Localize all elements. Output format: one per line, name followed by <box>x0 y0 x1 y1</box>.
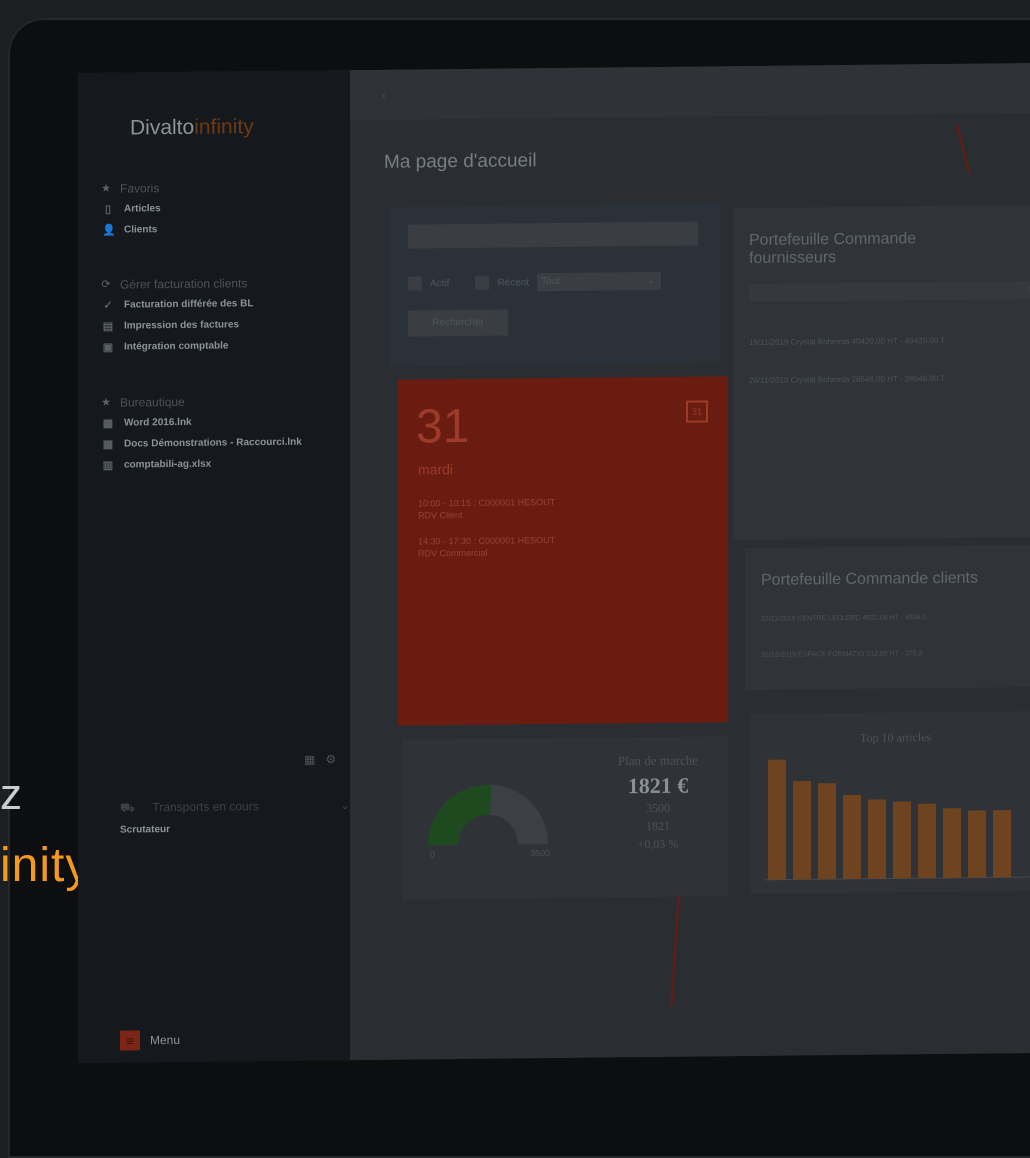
list-item[interactable]: 26/11/2019 Crystal Bohemia 28546,00 HT -… <box>749 374 945 385</box>
grid-icon[interactable]: ▦ <box>304 752 325 766</box>
plan-amount: 1821 € <box>627 772 689 799</box>
plan-change: +0,03 % <box>637 836 679 852</box>
shortcut-file-icon: ▦ <box>102 438 114 451</box>
chart-bar[interactable] <box>918 803 936 879</box>
user-icon: 👤 <box>102 224 116 237</box>
page-title: Ma page d'accueil <box>384 150 537 173</box>
chart-bar[interactable] <box>893 801 911 879</box>
list-item[interactable]: 31/12/2019 ESPACE FORMATIO 312,68 HT - 3… <box>761 650 922 659</box>
sidebar-item-excel[interactable]: ▥ comptabili-ag.xlsx <box>100 452 340 476</box>
decor-line <box>955 124 971 174</box>
chart-bar[interactable] <box>843 794 861 880</box>
sidebar-item-word[interactable]: ▦ Word 2016.lnk <box>100 410 340 434</box>
sidebar-item-articles[interactable]: ▯ Articles <box>100 196 340 220</box>
sidebar-item-impression-factures[interactable]: ▤ Impression des factures <box>100 313 340 337</box>
widget-title: Portefeuille Commande clients <box>761 569 978 589</box>
calendar-day: 31 <box>416 399 470 454</box>
calendar-icon[interactable]: 31 <box>686 400 708 423</box>
sidebar-group-favoris: ★ Favoris ▯ Articles 👤 Clients <box>100 176 340 241</box>
star-icon: ★ <box>101 396 111 409</box>
sidebar-item-docs-demo[interactable]: ▦ Docs Démonstrations - Raccourci.lnk <box>100 431 340 455</box>
sidebar-item-facturation-differee[interactable]: ✓ Facturation différée des BL <box>100 292 340 316</box>
lock-icon: ▣ <box>102 341 114 354</box>
plan-current: 1821 <box>646 818 670 834</box>
chevron-down-icon[interactable]: ⌄ <box>340 798 350 812</box>
sidebar: Divaltoinfinity ★ Favoris ▯ Articles 👤 Clie… <box>78 70 350 1064</box>
check-icon: ✓ <box>103 299 113 312</box>
calendar-widget[interactable]: 31 mardi 31 10:00 - 10:15 : C000001 HESO… <box>398 376 728 726</box>
group-title[interactable]: ★ Favoris <box>100 176 340 199</box>
chart-bar[interactable] <box>793 780 811 880</box>
chart-bar[interactable] <box>993 810 1011 878</box>
actif-label: Actif <box>430 277 450 289</box>
gauge-chart <box>428 784 548 846</box>
group-title[interactable]: ⟳ Gérer facturation clients <box>100 272 340 295</box>
chart-bar[interactable] <box>868 799 886 879</box>
printer-icon: ▤ <box>102 320 114 333</box>
search-input[interactable] <box>408 221 698 249</box>
gear-icon[interactable]: ⚙ <box>325 752 346 766</box>
chevron-down-icon: ⌄ <box>646 274 656 287</box>
group-title[interactable]: ★ Bureautique <box>100 390 340 413</box>
chart-bar[interactable] <box>818 783 836 880</box>
sidebar-group-facturation: ⟳ Gérer facturation clients ✓ Facturation … <box>100 272 340 358</box>
chart-bar[interactable] <box>943 808 961 878</box>
hamburger-icon: ≡ <box>120 1030 140 1051</box>
search-filters: Actif Récent Tout ⌄ <box>408 271 662 293</box>
search-button[interactable]: Rechercher <box>408 309 508 337</box>
sidebar-group-bureautique: ★ Bureautique ▦ Word 2016.lnk ▦ Docs Démons… <box>100 390 340 476</box>
actif-checkbox[interactable] <box>408 276 422 291</box>
status-select[interactable]: Tout ⌄ <box>537 271 662 292</box>
list-item[interactable]: 19/11/2019 Crystal Bohemia 40420,00 HT -… <box>749 336 945 347</box>
refresh-icon: ⟳ <box>101 278 111 291</box>
hero-text-line2: inity <box>0 839 91 892</box>
pf-search-input[interactable]: ⌕ <box>749 280 1030 302</box>
sidebar-tools: ▦⚙ <box>304 752 346 766</box>
app-logo: Divaltoinfinity <box>130 115 254 140</box>
plan-target: 3500 <box>646 800 670 816</box>
back-icon[interactable]: ‹ <box>382 90 386 102</box>
portefeuille-clients-widget: Portefeuille Commande clients 21/11/2019… <box>745 544 1030 691</box>
truck-icon: ⛟ <box>120 800 136 815</box>
transport-section[interactable]: ⛟ Transports en cours ⌄ <box>120 798 350 816</box>
excel-file-icon: ▥ <box>102 459 114 472</box>
main-area: ‹ Ma page d'accueil Actif Récent Tout ⌄ R… <box>350 62 1030 1061</box>
word-file-icon: ▦ <box>102 417 114 430</box>
calendar-event[interactable]: 14:30 - 17:30 : C000001 HESOUT RDV Comme… <box>418 534 555 559</box>
widget-title: Portefeuille Commande fournisseurs <box>749 230 917 267</box>
chart-title: Top 10 articles <box>860 730 932 745</box>
gauge-fill <box>428 784 492 846</box>
star-icon: ★ <box>101 182 111 195</box>
list-item[interactable]: 21/11/2019 CENTRE LECLERC 4832,06 HT - 4… <box>761 614 927 623</box>
hero-text-line1: z <box>0 770 22 819</box>
recent-label: Récent <box>497 276 530 289</box>
sidebar-item-clients[interactable]: 👤 Clients <box>100 217 340 241</box>
plan-de-marche-widget: 0 3500 Plan de marche 1821 € 3500 1821 +… <box>402 736 728 900</box>
sidebar-item-integration-comptable[interactable]: ▣ Intégration comptable <box>100 334 340 358</box>
portefeuille-fournisseurs-widget: Portefeuille Commande fournisseurs ⌕ 19/… <box>733 204 1030 541</box>
recent-checkbox[interactable] <box>475 275 490 290</box>
calendar-weekday: mardi <box>418 461 454 478</box>
gauge-max: 3500 <box>530 848 551 859</box>
top-bar: ‹ <box>350 62 1030 121</box>
decor-line <box>670 896 680 1007</box>
plan-stats: Plan de marche 1821 € 3500 1821 +0,03 % <box>598 752 718 853</box>
document-icon: ▯ <box>104 203 112 216</box>
chart-bar[interactable] <box>968 810 986 878</box>
menu-button[interactable]: ≡ Menu <box>120 1030 180 1051</box>
search-widget: Actif Récent Tout ⌄ Rechercher <box>390 203 720 367</box>
plan-title: Plan de marche <box>617 752 699 769</box>
calendar-event[interactable]: 10:00 - 10:15 : C000001 HESOUT RDV Clien… <box>418 496 555 521</box>
chart-bar[interactable] <box>768 759 786 880</box>
app-screen: Divaltoinfinity ★ Favoris ▯ Articles 👤 Clie… <box>78 62 1030 1064</box>
gauge-min: 0 <box>430 849 436 860</box>
top10-articles-widget: Top 10 articles <box>750 710 1030 894</box>
scrutateur-link[interactable]: Scrutateur <box>120 824 170 836</box>
top10-bar-chart <box>764 759 1030 881</box>
